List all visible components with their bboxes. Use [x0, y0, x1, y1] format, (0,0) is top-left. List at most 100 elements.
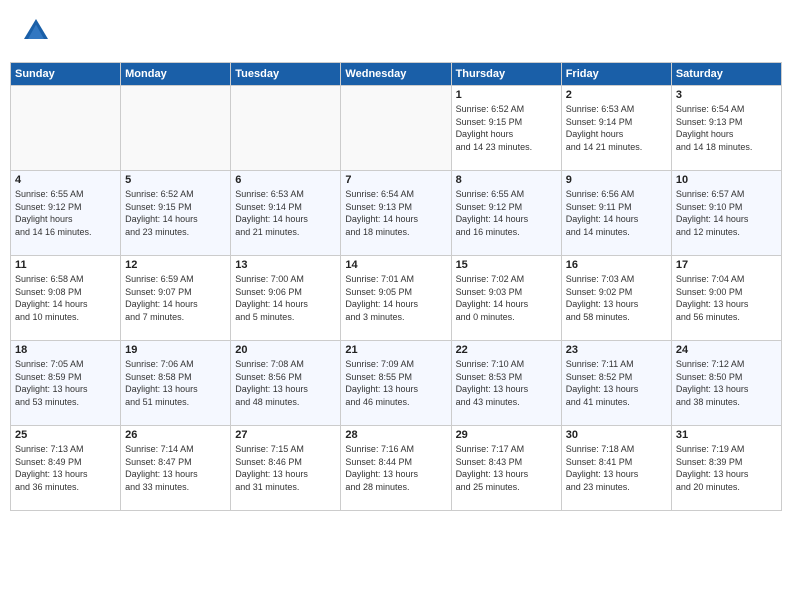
- day-info: Sunrise: 6:59 AMSunset: 9:07 PMDaylight:…: [125, 273, 226, 323]
- calendar-week-row: 18 Sunrise: 7:05 AMSunset: 8:59 PMDaylig…: [11, 341, 782, 426]
- calendar-cell: 2 Sunrise: 6:53 AM Sunset: 9:14 PM Dayli…: [561, 86, 671, 171]
- day-number: 7: [345, 174, 446, 186]
- calendar-cell: 7 Sunrise: 6:54 AMSunset: 9:13 PMDayligh…: [341, 171, 451, 256]
- day-info: Sunrise: 6:54 AMSunset: 9:13 PMDaylight:…: [345, 188, 446, 238]
- day-number: 25: [15, 429, 116, 441]
- day-info: Sunrise: 7:05 AMSunset: 8:59 PMDaylight:…: [15, 358, 116, 408]
- calendar-cell: 31 Sunrise: 7:19 AMSunset: 8:39 PMDaylig…: [671, 426, 781, 511]
- day-number: 4: [15, 174, 116, 186]
- calendar-cell: 17 Sunrise: 7:04 AMSunset: 9:00 PMDaylig…: [671, 256, 781, 341]
- day-number: 14: [345, 259, 446, 271]
- day-info: Sunrise: 6:52 AMSunset: 9:15 PMDaylight:…: [125, 188, 226, 238]
- weekday-header-row: SundayMondayTuesdayWednesdayThursdayFrid…: [11, 63, 782, 86]
- day-number: 20: [235, 344, 336, 356]
- day-number: 22: [456, 344, 557, 356]
- weekday-header: Saturday: [671, 63, 781, 86]
- calendar-cell: 9 Sunrise: 6:56 AMSunset: 9:11 PMDayligh…: [561, 171, 671, 256]
- day-info: Sunrise: 6:58 AMSunset: 9:08 PMDaylight:…: [15, 273, 116, 323]
- day-info: Sunrise: 7:08 AMSunset: 8:56 PMDaylight:…: [235, 358, 336, 408]
- day-number: 2: [566, 89, 667, 101]
- day-info: Sunrise: 7:19 AMSunset: 8:39 PMDaylight:…: [676, 443, 777, 493]
- day-info: Sunrise: 7:13 AMSunset: 8:49 PMDaylight:…: [15, 443, 116, 493]
- day-number: 23: [566, 344, 667, 356]
- calendar-cell: 25 Sunrise: 7:13 AMSunset: 8:49 PMDaylig…: [11, 426, 121, 511]
- calendar-cell: 3 Sunrise: 6:54 AM Sunset: 9:13 PM Dayli…: [671, 86, 781, 171]
- day-number: 27: [235, 429, 336, 441]
- calendar-cell: 4 Sunrise: 6:55 AM Sunset: 9:12 PM Dayli…: [11, 171, 121, 256]
- calendar-cell: 10 Sunrise: 6:57 AMSunset: 9:10 PMDaylig…: [671, 171, 781, 256]
- calendar-cell: [231, 86, 341, 171]
- calendar-cell: 27 Sunrise: 7:15 AMSunset: 8:46 PMDaylig…: [231, 426, 341, 511]
- calendar-table: SundayMondayTuesdayWednesdayThursdayFrid…: [10, 62, 782, 511]
- day-number: 12: [125, 259, 226, 271]
- weekday-header: Thursday: [451, 63, 561, 86]
- day-info: Sunrise: 7:03 AMSunset: 9:02 PMDaylight:…: [566, 273, 667, 323]
- day-number: 5: [125, 174, 226, 186]
- calendar-cell: 15 Sunrise: 7:02 AMSunset: 9:03 PMDaylig…: [451, 256, 561, 341]
- calendar-cell: [11, 86, 121, 171]
- day-info: Sunrise: 6:55 AM Sunset: 9:12 PM Dayligh…: [15, 188, 116, 238]
- day-info: Sunrise: 7:06 AMSunset: 8:58 PMDaylight:…: [125, 358, 226, 408]
- day-info: Sunrise: 7:14 AMSunset: 8:47 PMDaylight:…: [125, 443, 226, 493]
- day-number: 17: [676, 259, 777, 271]
- calendar-cell: 14 Sunrise: 7:01 AMSunset: 9:05 PMDaylig…: [341, 256, 451, 341]
- day-info: Sunrise: 6:53 AM Sunset: 9:14 PM Dayligh…: [566, 103, 667, 153]
- day-info: Sunrise: 6:54 AM Sunset: 9:13 PM Dayligh…: [676, 103, 777, 153]
- calendar-cell: 26 Sunrise: 7:14 AMSunset: 8:47 PMDaylig…: [121, 426, 231, 511]
- day-info: Sunrise: 6:52 AM Sunset: 9:15 PM Dayligh…: [456, 103, 557, 153]
- calendar-cell: 19 Sunrise: 7:06 AMSunset: 8:58 PMDaylig…: [121, 341, 231, 426]
- page-header: [10, 10, 782, 52]
- day-info: Sunrise: 6:55 AMSunset: 9:12 PMDaylight:…: [456, 188, 557, 238]
- day-number: 15: [456, 259, 557, 271]
- weekday-header: Friday: [561, 63, 671, 86]
- day-number: 28: [345, 429, 446, 441]
- day-info: Sunrise: 7:09 AMSunset: 8:55 PMDaylight:…: [345, 358, 446, 408]
- calendar-cell: 5 Sunrise: 6:52 AMSunset: 9:15 PMDayligh…: [121, 171, 231, 256]
- weekday-header: Tuesday: [231, 63, 341, 86]
- day-number: 11: [15, 259, 116, 271]
- weekday-header: Monday: [121, 63, 231, 86]
- day-info: Sunrise: 7:00 AMSunset: 9:06 PMDaylight:…: [235, 273, 336, 323]
- day-number: 1: [456, 89, 557, 101]
- day-number: 10: [676, 174, 777, 186]
- calendar-week-row: 11 Sunrise: 6:58 AMSunset: 9:08 PMDaylig…: [11, 256, 782, 341]
- day-number: 3: [676, 89, 777, 101]
- day-number: 9: [566, 174, 667, 186]
- day-number: 6: [235, 174, 336, 186]
- calendar-cell: 11 Sunrise: 6:58 AMSunset: 9:08 PMDaylig…: [11, 256, 121, 341]
- logo: [20, 15, 56, 47]
- day-info: Sunrise: 7:10 AMSunset: 8:53 PMDaylight:…: [456, 358, 557, 408]
- logo-icon: [20, 15, 52, 47]
- day-number: 8: [456, 174, 557, 186]
- day-info: Sunrise: 7:11 AMSunset: 8:52 PMDaylight:…: [566, 358, 667, 408]
- calendar-cell: 22 Sunrise: 7:10 AMSunset: 8:53 PMDaylig…: [451, 341, 561, 426]
- day-info: Sunrise: 7:01 AMSunset: 9:05 PMDaylight:…: [345, 273, 446, 323]
- calendar-cell: 24 Sunrise: 7:12 AMSunset: 8:50 PMDaylig…: [671, 341, 781, 426]
- calendar-cell: [341, 86, 451, 171]
- day-number: 21: [345, 344, 446, 356]
- calendar-cell: 28 Sunrise: 7:16 AMSunset: 8:44 PMDaylig…: [341, 426, 451, 511]
- day-info: Sunrise: 6:57 AMSunset: 9:10 PMDaylight:…: [676, 188, 777, 238]
- calendar-week-row: 1 Sunrise: 6:52 AM Sunset: 9:15 PM Dayli…: [11, 86, 782, 171]
- day-info: Sunrise: 7:12 AMSunset: 8:50 PMDaylight:…: [676, 358, 777, 408]
- day-info: Sunrise: 7:18 AMSunset: 8:41 PMDaylight:…: [566, 443, 667, 493]
- calendar-cell: [121, 86, 231, 171]
- calendar-cell: 21 Sunrise: 7:09 AMSunset: 8:55 PMDaylig…: [341, 341, 451, 426]
- calendar-cell: 6 Sunrise: 6:53 AMSunset: 9:14 PMDayligh…: [231, 171, 341, 256]
- calendar-cell: 20 Sunrise: 7:08 AMSunset: 8:56 PMDaylig…: [231, 341, 341, 426]
- calendar-cell: 16 Sunrise: 7:03 AMSunset: 9:02 PMDaylig…: [561, 256, 671, 341]
- day-info: Sunrise: 7:17 AMSunset: 8:43 PMDaylight:…: [456, 443, 557, 493]
- calendar-cell: 29 Sunrise: 7:17 AMSunset: 8:43 PMDaylig…: [451, 426, 561, 511]
- calendar-week-row: 4 Sunrise: 6:55 AM Sunset: 9:12 PM Dayli…: [11, 171, 782, 256]
- day-info: Sunrise: 7:04 AMSunset: 9:00 PMDaylight:…: [676, 273, 777, 323]
- day-info: Sunrise: 7:15 AMSunset: 8:46 PMDaylight:…: [235, 443, 336, 493]
- calendar-cell: 12 Sunrise: 6:59 AMSunset: 9:07 PMDaylig…: [121, 256, 231, 341]
- calendar-cell: 13 Sunrise: 7:00 AMSunset: 9:06 PMDaylig…: [231, 256, 341, 341]
- weekday-header: Wednesday: [341, 63, 451, 86]
- day-number: 18: [15, 344, 116, 356]
- calendar-cell: 1 Sunrise: 6:52 AM Sunset: 9:15 PM Dayli…: [451, 86, 561, 171]
- day-number: 13: [235, 259, 336, 271]
- day-info: Sunrise: 6:53 AMSunset: 9:14 PMDaylight:…: [235, 188, 336, 238]
- weekday-header: Sunday: [11, 63, 121, 86]
- day-info: Sunrise: 6:56 AMSunset: 9:11 PMDaylight:…: [566, 188, 667, 238]
